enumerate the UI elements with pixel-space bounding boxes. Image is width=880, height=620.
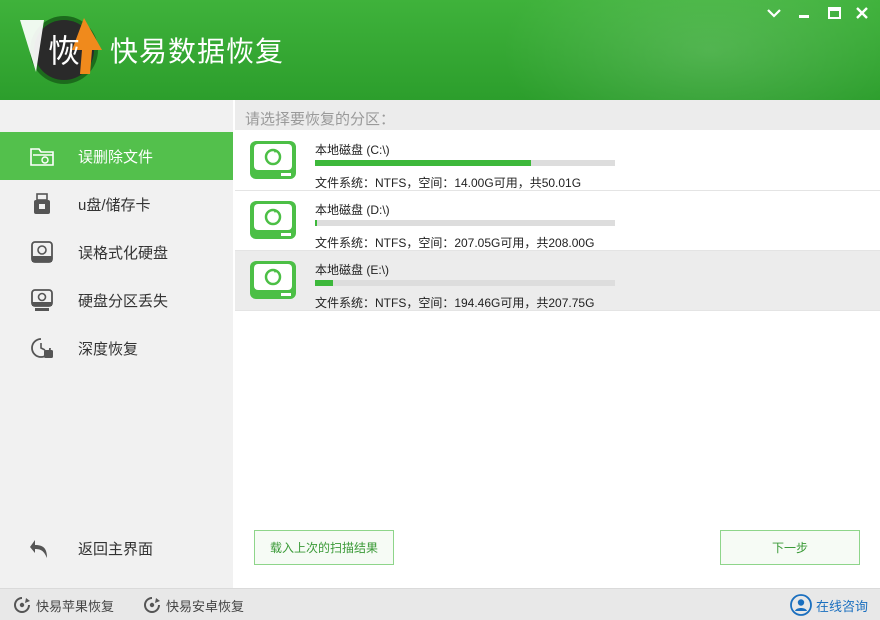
usage-bar — [315, 280, 615, 286]
load-last-scan-button[interactable]: 载入上次的扫描结果 — [254, 530, 394, 565]
app-logo-glyph: 恢 — [48, 32, 80, 70]
online-consult-link[interactable]: 在线咨询 — [790, 589, 868, 620]
drive-icon — [250, 201, 296, 239]
refresh-icon — [144, 597, 160, 613]
hard-disk-icon — [31, 241, 53, 263]
folder-icon — [30, 148, 54, 166]
maximize-icon[interactable] — [823, 4, 845, 22]
sidebar-item-formatted-disk[interactable]: 误格式化硬盘 — [0, 228, 233, 276]
drive-icon — [250, 261, 296, 299]
partition-list-header: 请选择要恢复的分区： — [235, 100, 880, 130]
partition-info: 文件系统：NTFS，空间：207.05G可用，共208.00G — [315, 236, 595, 250]
chevron-down-icon[interactable] — [763, 4, 785, 22]
app-title: 快易数据恢复 — [110, 36, 285, 67]
online-consult-label: 在线咨询 — [816, 598, 869, 614]
partition-name: 本地磁盘 (E:\) — [315, 263, 389, 277]
partition-info: 文件系统：NTFS，空间：194.46G可用，共207.75G — [315, 296, 595, 310]
sidebar-item-deep-recovery[interactable]: 深度恢复 — [0, 324, 233, 372]
usage-bar — [315, 220, 615, 226]
refresh-icon — [14, 597, 30, 613]
deep-recovery-icon — [31, 338, 53, 358]
partition-row-e[interactable]: 本地磁盘 (E:\) 文件系统：NTFS，空间：194.46G可用，共207.7… — [235, 251, 880, 311]
disk-partition-icon — [31, 289, 53, 311]
title-bar: 恢 快易数据恢复 — [0, 0, 880, 100]
partition-name: 本地磁盘 (C:\) — [315, 143, 390, 157]
usb-icon — [34, 193, 50, 214]
partition-row-d[interactable]: 本地磁盘 (D:\) 文件系统：NTFS，空间：207.05G可用，共208.0… — [235, 191, 880, 251]
usage-bar-fill — [315, 220, 317, 226]
usage-bar-fill — [315, 160, 531, 166]
android-recovery-label: 快易安卓恢复 — [166, 598, 245, 614]
partition-list-title: 请选择要恢复的分区： — [245, 111, 396, 128]
sidebar-item-deleted-files[interactable]: 误删除文件 — [0, 132, 233, 180]
sidebar: 误删除文件 u盘/储存卡 误格式化硬盘 硬盘分区丢失 深度恢复 返回主界面 — [0, 100, 233, 588]
sidebar-item-label: u盘/储存卡 — [78, 197, 151, 214]
partition-row-c[interactable]: 本地磁盘 (C:\) 文件系统：NTFS，空间：14.00G可用，共50.01G — [235, 131, 880, 191]
usage-bar-fill — [315, 280, 333, 286]
drive-icon — [250, 141, 296, 179]
close-icon[interactable] — [851, 4, 873, 22]
sidebar-item-label: 误格式化硬盘 — [78, 245, 169, 262]
back-arrow-icon — [30, 540, 47, 558]
apple-recovery-link[interactable]: 快易苹果恢复 — [12, 589, 114, 620]
partition-info: 文件系统：NTFS，空间：14.00G可用，共50.01G — [315, 176, 582, 190]
sidebar-item-label: 深度恢复 — [78, 341, 139, 358]
sidebar-item-label: 硬盘分区丢失 — [78, 293, 169, 310]
usage-bar — [315, 160, 615, 166]
apple-recovery-label: 快易苹果恢复 — [36, 598, 115, 614]
sidebar-item-usb-card[interactable]: u盘/储存卡 — [0, 180, 233, 228]
android-recovery-link[interactable]: 快易安卓恢复 — [142, 589, 244, 620]
next-step-button[interactable]: 下一步 — [720, 530, 860, 565]
sidebar-item-partition-lost[interactable]: 硬盘分区丢失 — [0, 276, 233, 324]
partition-name: 本地磁盘 (D:\) — [315, 203, 390, 217]
back-to-main-button[interactable]: 返回主界面 — [0, 524, 233, 572]
user-support-icon — [790, 594, 812, 616]
minimize-icon[interactable] — [793, 4, 815, 22]
sidebar-item-label: 误删除文件 — [78, 149, 154, 166]
footer-bar: 快易苹果恢复 快易安卓恢复 在线咨询 — [0, 588, 880, 620]
back-to-main-label: 返回主界面 — [78, 541, 154, 558]
app-logo: 恢 — [20, 16, 102, 84]
